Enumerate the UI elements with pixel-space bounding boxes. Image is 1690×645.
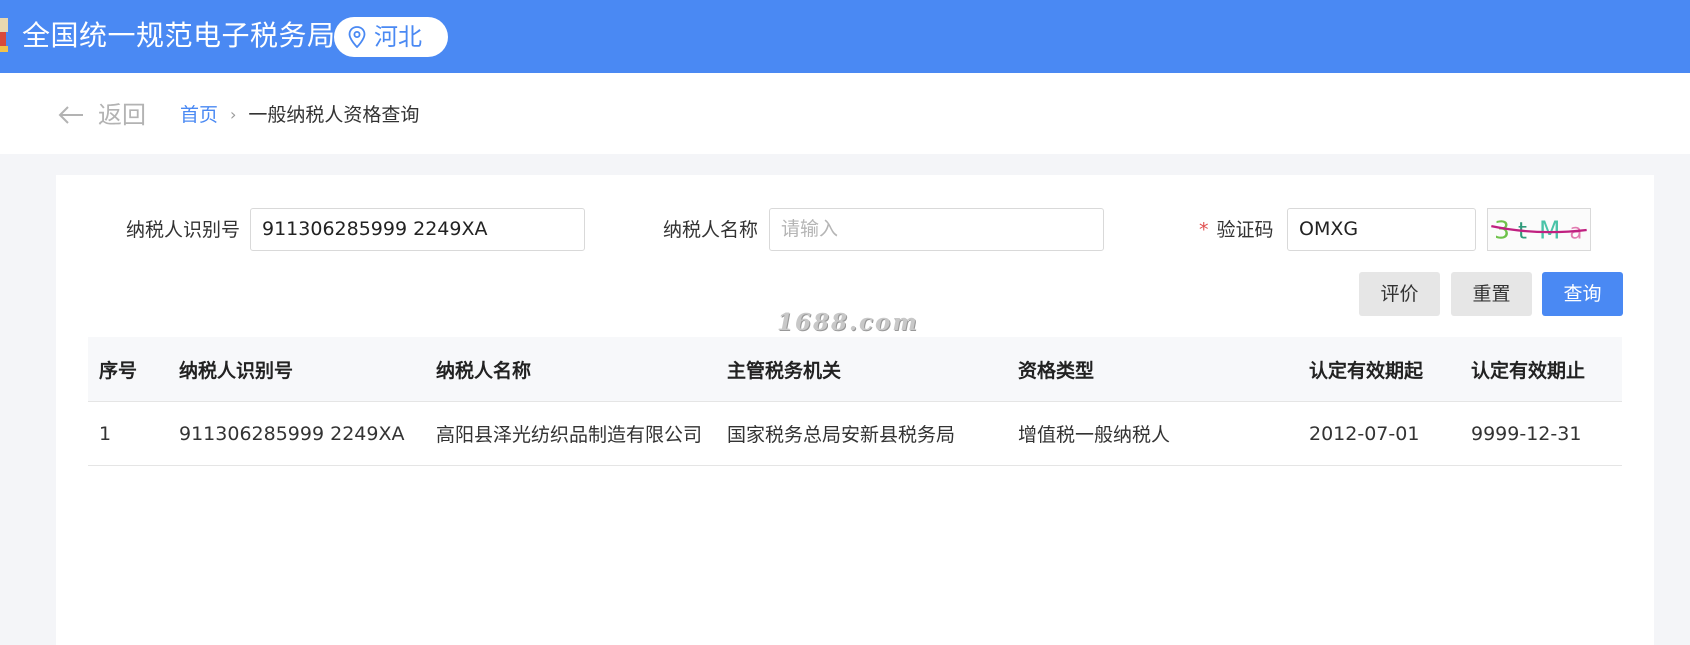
table-cell: 1 [99,422,112,445]
column-header: 纳税人识别号 [179,359,294,382]
watermark: 1688.com [777,309,919,336]
table-row: 1 911306285999 2249XA 高阳县泽光纺织品制造有限公司 国家税… [88,402,1622,466]
breadcrumb-separator: › [230,105,237,124]
table-cell: 911306285999 2249XA [179,422,405,445]
taxpayer-id-label: 纳税人识别号 [126,219,241,241]
back-label: 返回 [98,101,146,129]
top-bar: 全国统一规范电子税务局 河北 [0,0,1690,73]
column-header: 纳税人名称 [436,359,532,382]
table-cell: 2012-07-01 [1309,422,1420,445]
table-header: 序号 纳税人识别号 纳税人名称 主管税务机关 资格类型 认定有效期起 认定有效期… [88,337,1622,402]
query-button[interactable]: 查询 [1542,272,1623,316]
table-cell: 高阳县泽光纺织品制造有限公司 [436,424,703,446]
captcha-input[interactable]: OMXG [1287,208,1476,251]
reset-button[interactable]: 重置 [1451,272,1532,316]
region-selector[interactable]: 河北 [334,17,448,57]
table-cell: 国家税务总局安新县税务局 [727,424,956,446]
captcha-image[interactable]: 3 t M a [1487,208,1591,251]
captcha-label-group: * 验证码 [1199,218,1274,242]
required-mark: * [1199,219,1209,241]
breadcrumb: 首页 › 一般纳税人资格查询 [180,103,419,127]
taxpayer-name-input[interactable]: 请输入 [769,208,1104,251]
evaluate-button[interactable]: 评价 [1359,272,1440,316]
query-card: 纳税人识别号 911306285999 2249XA 纳税人名称 请输入 * 验证… [56,175,1654,645]
captcha-label: 验证码 [1216,219,1274,241]
site-title: 全国统一规范电子税务局 [22,19,336,52]
back-arrow-icon [58,106,83,124]
column-header: 序号 [99,359,138,382]
column-header: 认定有效期止 [1471,359,1586,382]
table-cell: 9999-12-31 [1471,422,1582,445]
column-header: 资格类型 [1018,359,1095,382]
back-button[interactable]: 返回 [58,100,146,130]
result-table: 序号 纳税人识别号 纳税人名称 主管税务机关 资格类型 认定有效期起 认定有效期… [88,337,1622,466]
tax-bureau-logo-icon [0,18,8,52]
column-header: 认定有效期起 [1309,359,1424,382]
breadcrumb-current: 一般纳税人资格查询 [248,104,420,126]
nav-bar: 返回 首页 › 一般纳税人资格查询 [0,73,1690,154]
location-pin-icon [348,26,366,48]
column-header: 主管税务机关 [727,359,842,382]
taxpayer-id-input[interactable]: 911306285999 2249XA [250,208,585,251]
breadcrumb-home-link[interactable]: 首页 [180,103,218,127]
svg-text:M: M [1539,216,1560,245]
taxpayer-name-label: 纳税人名称 [663,219,759,241]
region-label: 河北 [374,23,422,51]
table-cell: 增值税一般纳税人 [1018,424,1171,446]
